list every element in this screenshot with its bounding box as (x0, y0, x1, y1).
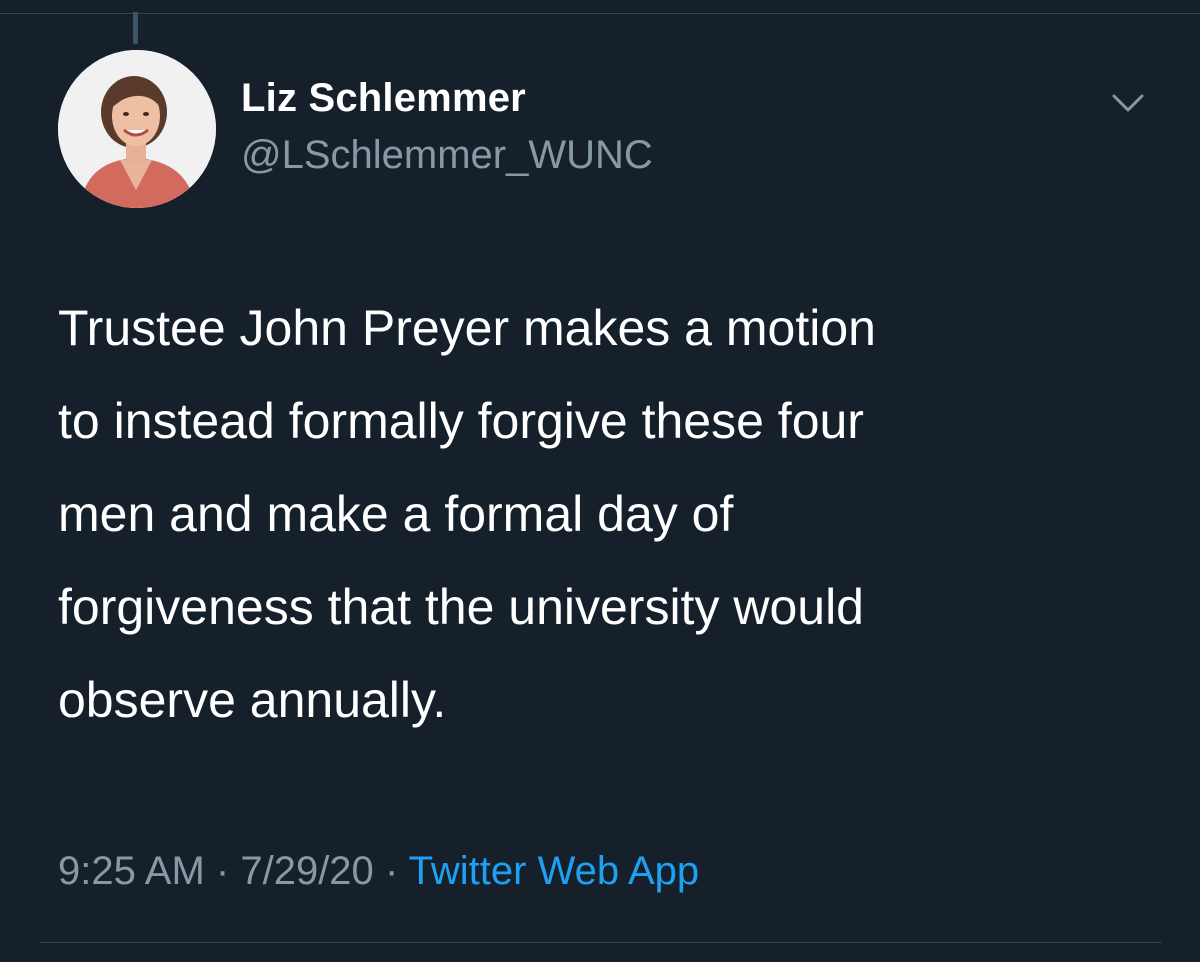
author-handle[interactable]: @LSchlemmer_WUNC (241, 133, 653, 178)
author-name[interactable]: Liz Schlemmer (241, 76, 526, 121)
avatar[interactable] (58, 50, 216, 208)
bottom-divider (40, 942, 1162, 943)
tweet-text-line: observe annually. (58, 672, 447, 728)
tweet-metadata: 9:25 AM · 7/29/20 · Twitter Web App (58, 849, 699, 894)
tweet-source-link[interactable]: Twitter Web App (409, 849, 700, 893)
meta-separator: · (215, 849, 230, 893)
profile-photo-icon (58, 50, 216, 208)
tweet-text-line: forgiveness that the university would (58, 579, 864, 635)
thread-connector-line (133, 12, 138, 44)
tweet-text-line: men and make a formal day of (58, 486, 734, 542)
tweet-text-line: to instead formally forgive these four (58, 393, 864, 449)
top-divider (0, 0, 1200, 14)
chevron-down-icon[interactable] (1108, 88, 1148, 118)
tweet-text: Trustee John Preyer makes a motion to in… (58, 282, 1158, 747)
tweet-text-line: Trustee John Preyer makes a motion (58, 300, 876, 356)
meta-separator: · (384, 849, 399, 893)
tweet-time[interactable]: 9:25 AM (58, 849, 205, 893)
tweet-date[interactable]: 7/29/20 (240, 849, 373, 893)
